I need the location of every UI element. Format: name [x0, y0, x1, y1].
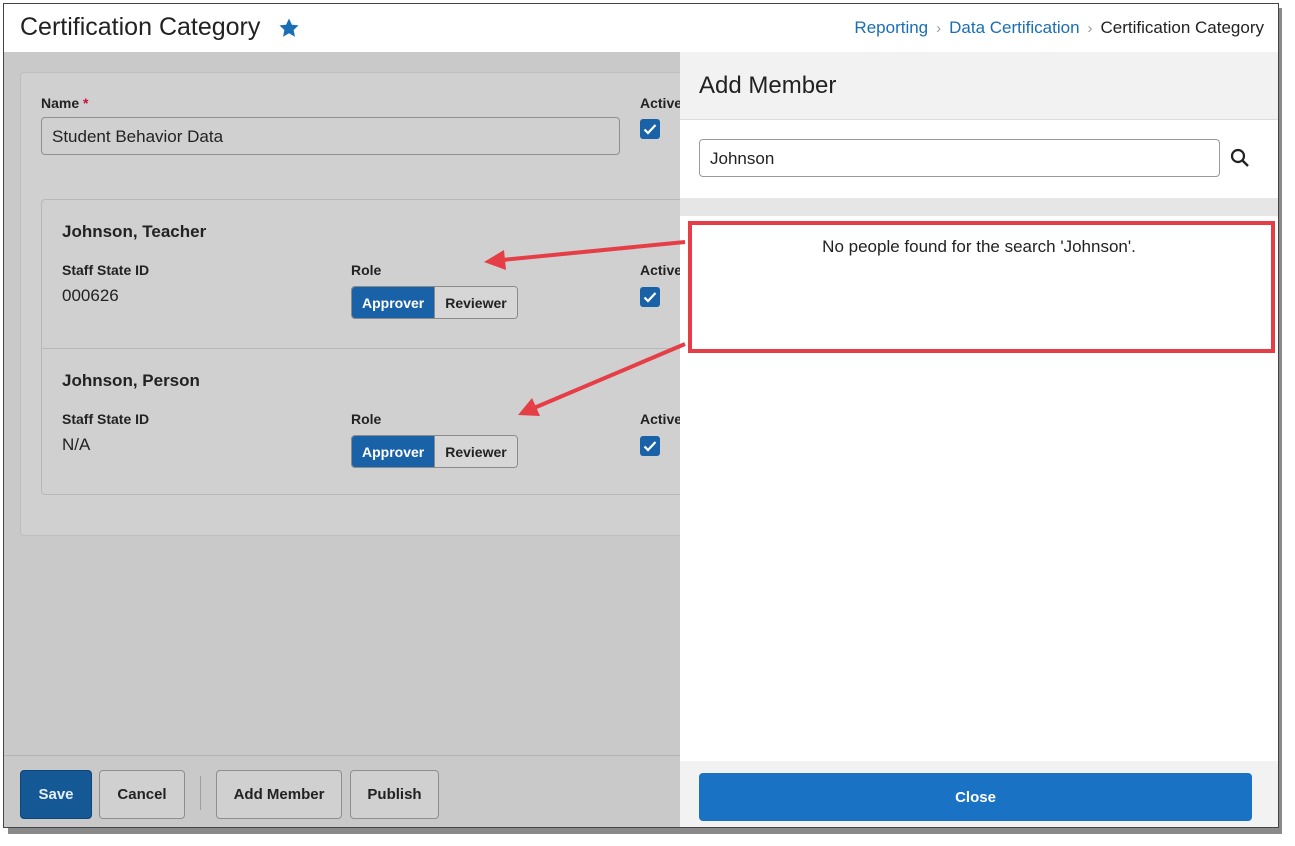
window-border: [3, 3, 1279, 828]
